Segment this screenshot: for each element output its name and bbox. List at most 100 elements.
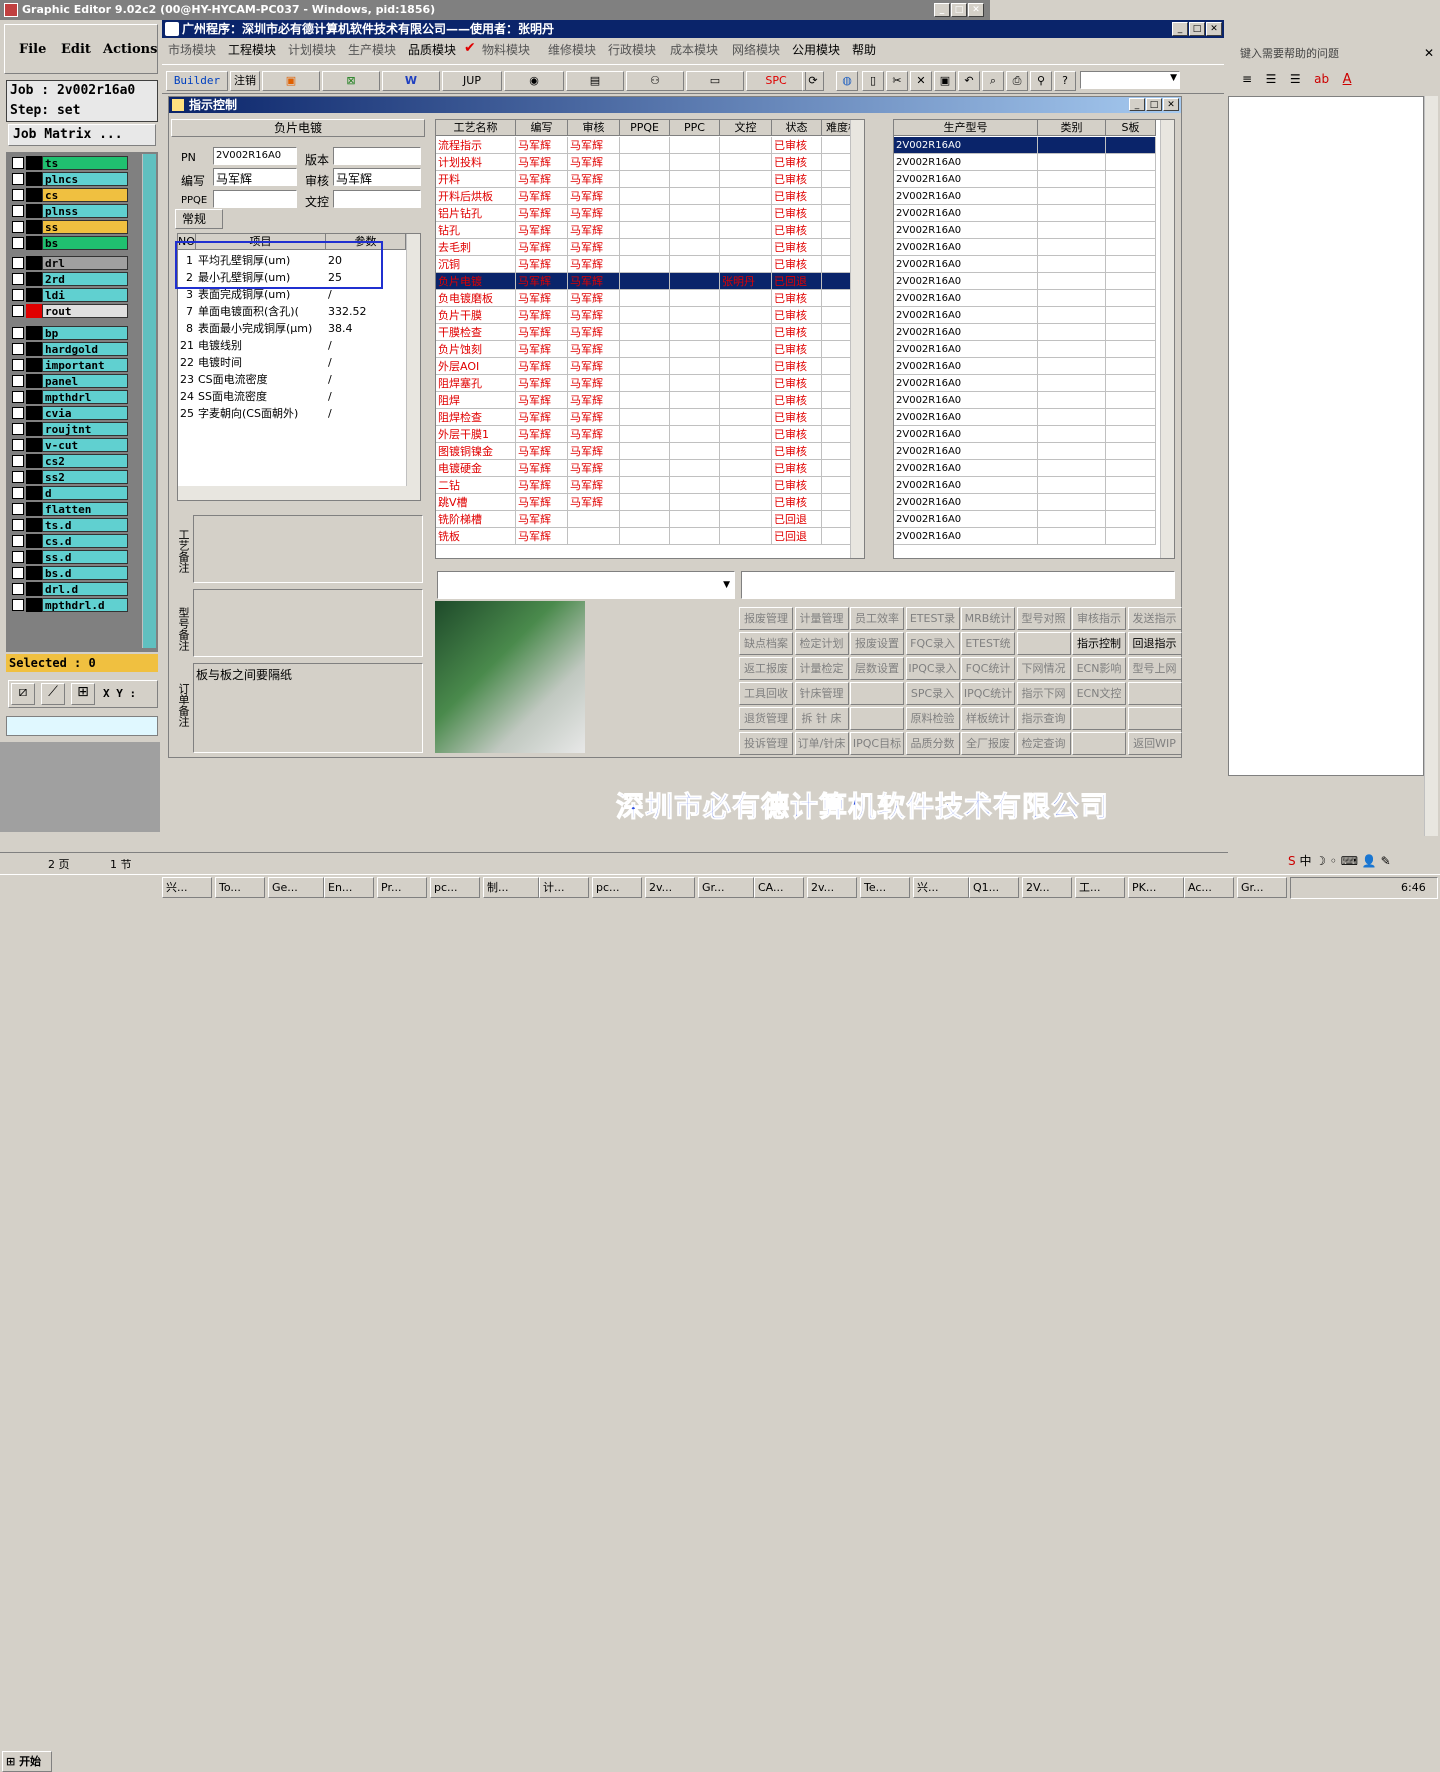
layer-checkbox[interactable]: [12, 173, 24, 185]
params-row[interactable]: 21 电镀线别 /: [178, 337, 406, 354]
bullet-list-icon[interactable]: ☰: [1290, 72, 1301, 86]
params-row[interactable]: 7 单面电镀面积(含孔)(332.52: [178, 303, 406, 320]
process-combo[interactable]: ▼: [437, 571, 735, 599]
pn-field[interactable]: 2V002R16A0: [213, 147, 297, 165]
function-button[interactable]: ETEST统计: [961, 632, 1015, 671]
layer-item[interactable]: hardgold: [12, 342, 128, 356]
layer-checkbox[interactable]: [12, 407, 24, 419]
model-row[interactable]: 2V002R16A0: [894, 460, 1156, 477]
font-color-icon[interactable]: A: [1343, 72, 1352, 87]
process-row[interactable]: 阻焊检查 马军辉 马军辉 已审核: [436, 409, 864, 426]
function-button[interactable]: 投诉管理: [739, 732, 793, 755]
numbered-list-icon[interactable]: ☰: [1266, 72, 1277, 86]
process-row[interactable]: 电镀硬金 马军辉 马军辉 已审核: [436, 460, 864, 477]
process-row[interactable]: 外层AOI 马军辉 马军辉 已审核: [436, 358, 864, 375]
process-row[interactable]: 去毛刺 马军辉 马军辉 已审核: [436, 239, 864, 256]
model-row[interactable]: 2V002R16A0: [894, 358, 1156, 375]
layer-item[interactable]: ldi: [12, 288, 128, 302]
layer-checkbox[interactable]: [12, 327, 24, 339]
delete-icon[interactable]: ✕: [910, 71, 932, 91]
layer-item[interactable]: flatten: [12, 502, 128, 516]
doc-control-field[interactable]: [333, 190, 421, 208]
model-row[interactable]: 2V002R16A0: [894, 443, 1156, 460]
spc-button[interactable]: SPC: [746, 71, 806, 91]
layer-checkbox[interactable]: [12, 375, 24, 387]
process-header[interactable]: PPQE: [620, 120, 670, 136]
process-row[interactable]: 沉铜 马军辉 马军辉 已审核: [436, 256, 864, 273]
layer-item[interactable]: cvia: [12, 406, 128, 420]
review-field[interactable]: 马军辉: [333, 168, 421, 186]
app-close-button[interactable]: ✕: [1206, 22, 1222, 36]
layer-checkbox[interactable]: [12, 567, 24, 579]
process-header[interactable]: 编写: [516, 120, 568, 136]
tab-general[interactable]: 常规: [175, 209, 223, 229]
function-button[interactable]: 订单/针床: [794, 732, 849, 755]
function-button[interactable]: 型号对照: [1016, 607, 1071, 630]
function-button[interactable]: 工具回收: [739, 682, 793, 705]
function-button[interactable]: 型号上网: [1127, 657, 1182, 680]
layer-checkbox[interactable]: [12, 487, 24, 499]
layer-item[interactable]: ts.d: [12, 518, 128, 532]
layer-checkbox[interactable]: [12, 519, 24, 531]
process-row[interactable]: 二钻 马军辉 马军辉 已审核: [436, 477, 864, 494]
model-row[interactable]: 2V002R16A0: [894, 511, 1156, 528]
layer-checkbox[interactable]: [12, 535, 24, 547]
menu-actions[interactable]: Actions: [103, 42, 157, 57]
menu-11[interactable]: 帮助: [852, 41, 876, 58]
task-button[interactable]: PK...: [1128, 877, 1184, 898]
printer-box-icon[interactable]: ▭: [686, 71, 744, 91]
task-button[interactable]: pc...: [592, 877, 642, 898]
refresh-icon[interactable]: ⟳: [802, 71, 824, 91]
model-row[interactable]: 2V002R16A0: [894, 324, 1156, 341]
params-row[interactable]: 8 表面最小完成铜厚(μm) 38.4: [178, 320, 406, 337]
layer-item[interactable]: rout: [12, 304, 128, 318]
function-button[interactable]: [850, 682, 904, 705]
jup-button[interactable]: JUP: [442, 71, 502, 91]
menu-4[interactable]: 品质模块: [408, 41, 456, 58]
function-button[interactable]: 指示下网: [1016, 682, 1071, 705]
process-row[interactable]: 负片干膜 马军辉 马军辉 已审核: [436, 307, 864, 324]
menu-edit[interactable]: Edit: [61, 42, 91, 57]
app-maximize-button[interactable]: □: [1189, 22, 1205, 36]
process-header[interactable]: 工艺名称: [436, 120, 516, 136]
layer-item[interactable]: ss: [12, 220, 128, 234]
params-row[interactable]: 24 SS面电流密度 /: [178, 388, 406, 405]
task-button[interactable]: Pr...: [377, 877, 427, 898]
task-button[interactable]: 兴...: [162, 877, 212, 898]
function-button[interactable]: 指示查询: [1016, 707, 1071, 730]
layer-item[interactable]: cs2: [12, 454, 128, 468]
model-row[interactable]: 2V002R16A0: [894, 188, 1156, 205]
layer-checkbox[interactable]: [12, 503, 24, 515]
author-field[interactable]: 马军辉: [213, 168, 297, 186]
word-scrollbar[interactable]: [1424, 96, 1438, 836]
model-row[interactable]: 2V002R16A0: [894, 290, 1156, 307]
layer-item[interactable]: mpthdrl.d: [12, 598, 128, 612]
function-button[interactable]: IPQC目标: [850, 732, 904, 755]
undo-icon[interactable]: ↶: [958, 71, 980, 91]
menu-10[interactable]: 公用模块: [792, 41, 840, 58]
model-row[interactable]: 2V002R16A0: [894, 494, 1156, 511]
layer-checkbox[interactable]: [12, 157, 24, 169]
model-row[interactable]: 2V002R16A0: [894, 239, 1156, 256]
maximize-button[interactable]: □: [951, 3, 967, 17]
app-minimize-button[interactable]: _: [1172, 22, 1188, 36]
model-row[interactable]: 2V002R16A0: [894, 154, 1156, 171]
layer-item[interactable]: ss2: [12, 470, 128, 484]
ppqe-field[interactable]: [213, 190, 297, 208]
model-row[interactable]: 2V002R16A0: [894, 341, 1156, 358]
task-button[interactable]: Te...: [860, 877, 910, 898]
layer-checkbox[interactable]: [12, 583, 24, 595]
model-row[interactable]: 2V002R16A0: [894, 256, 1156, 273]
function-button[interactable]: 原料检验: [905, 707, 960, 730]
layer-checkbox[interactable]: [12, 439, 24, 451]
process-row[interactable]: 阻焊 马军辉 马军辉 已审核: [436, 392, 864, 409]
close-button[interactable]: ✕: [968, 3, 984, 17]
task-button[interactable]: 制...: [483, 877, 539, 898]
layer-checkbox[interactable]: [12, 305, 24, 317]
function-button[interactable]: 返工报废: [739, 657, 793, 680]
function-button[interactable]: 检定计划: [794, 632, 849, 655]
task-button[interactable]: 计...: [539, 877, 589, 898]
function-button[interactable]: IPQC录入: [905, 657, 960, 680]
layer-checkbox[interactable]: [12, 289, 24, 301]
task-button[interactable]: 2v...: [645, 877, 695, 898]
